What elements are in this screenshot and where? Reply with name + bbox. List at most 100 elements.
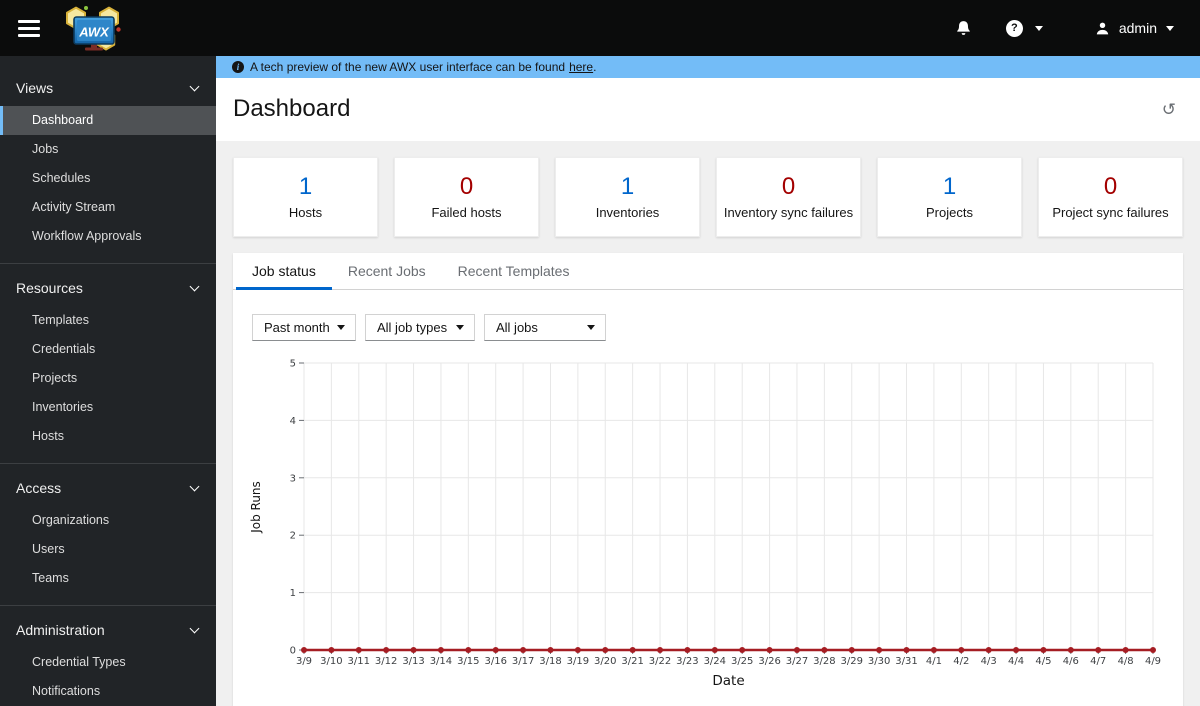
chevron-down-icon	[189, 623, 200, 633]
stat-card-label: Project sync failures	[1052, 205, 1169, 220]
sidebar-item-activity-stream[interactable]: Activity Stream	[0, 193, 216, 222]
tab-recent-templates[interactable]: Recent Templates	[442, 253, 586, 290]
section-label: Views	[16, 80, 54, 96]
menu-toggle-button[interactable]	[18, 19, 40, 37]
data-point	[1095, 647, 1102, 653]
chevron-down-icon	[189, 281, 200, 291]
user-menu[interactable]: admin	[1095, 20, 1174, 36]
history-button[interactable]: ↺	[1162, 101, 1176, 118]
sidebar-item-teams[interactable]: Teams	[0, 564, 216, 593]
sidebar-item-organizations[interactable]: Organizations	[0, 506, 216, 535]
svg-text:3/24: 3/24	[704, 656, 726, 667]
data-point	[383, 647, 390, 653]
stat-card-value[interactable]: 1	[240, 172, 371, 202]
nav-section-header-administration[interactable]: Administration	[0, 610, 216, 648]
svg-text:4/1: 4/1	[926, 656, 942, 667]
svg-text:4/3: 4/3	[981, 656, 997, 667]
data-point	[301, 647, 307, 653]
nav-section-header-access[interactable]: Access	[0, 468, 216, 506]
sidebar-item-schedules[interactable]: Schedules	[0, 164, 216, 193]
select-value: Past month	[264, 320, 330, 335]
notifications-button[interactable]	[955, 20, 972, 37]
banner-here-link[interactable]: here	[569, 60, 593, 74]
sidebar-item-projects[interactable]: Projects	[0, 364, 216, 393]
data-point	[848, 647, 855, 653]
svg-text:3/11: 3/11	[348, 656, 370, 667]
tab-recent-jobs[interactable]: Recent Jobs	[332, 253, 442, 290]
stat-card-value[interactable]: 0	[723, 172, 854, 202]
svg-text:3/18: 3/18	[539, 656, 561, 667]
help-menu[interactable]: ?	[1005, 19, 1043, 37]
main-area: i A tech preview of the new AWX user int…	[216, 56, 1200, 706]
tab-job-status[interactable]: Job status	[236, 253, 332, 290]
stat-card-value[interactable]: 0	[401, 172, 532, 202]
stat-card-hosts: 1 Hosts	[233, 157, 378, 237]
tab-bar: Job status Recent Jobs Recent Templates	[233, 253, 1183, 290]
data-point	[684, 647, 691, 653]
data-point	[821, 647, 828, 653]
page-header: Dashboard ↺	[216, 78, 1200, 141]
filter-select-all-job-types[interactable]: All job types	[365, 314, 475, 341]
stat-card-value[interactable]: 1	[562, 172, 693, 202]
nav-section-header-resources[interactable]: Resources	[0, 268, 216, 306]
data-point	[629, 647, 636, 653]
svg-text:3/25: 3/25	[731, 656, 753, 667]
sidebar-item-hosts[interactable]: Hosts	[0, 422, 216, 451]
data-point	[410, 647, 417, 653]
svg-text:4/7: 4/7	[1090, 656, 1106, 667]
stat-card-value[interactable]: 1	[884, 172, 1015, 202]
page-title: Dashboard	[233, 95, 351, 122]
job-status-chart: 3/9 3/10 3/11 3/12 3/13 3/14 3/15 3/16 3/17 3/18 3…	[249, 359, 1161, 690]
data-point	[1067, 647, 1074, 653]
select-value: All job types	[377, 320, 448, 335]
sidebar-item-dashboard[interactable]: Dashboard	[0, 106, 216, 135]
nav-section-views: Views Dashboard Jobs Schedules Activity Stre…	[0, 64, 216, 263]
x-axis-title: Date	[712, 673, 744, 689]
stat-card-label: Failed hosts	[431, 205, 502, 220]
stat-card-label: Hosts	[288, 205, 323, 220]
sidebar: Views Dashboard Jobs Schedules Activity Stre…	[0, 56, 216, 706]
stat-card-value[interactable]: 0	[1045, 172, 1176, 202]
filter-select-past-month[interactable]: Past month	[252, 314, 356, 341]
nav-section-resources: Resources Templates Credentials Projects Inv…	[0, 263, 216, 463]
stat-card-label: Projects	[926, 205, 973, 220]
svg-text:3/9: 3/9	[296, 656, 312, 667]
sidebar-item-credential-types[interactable]: Credential Types	[0, 648, 216, 677]
svg-text:3/19: 3/19	[567, 656, 589, 667]
data-point	[958, 647, 965, 653]
sidebar-item-templates[interactable]: Templates	[0, 306, 216, 335]
svg-text:3: 3	[290, 473, 296, 484]
sidebar-item-jobs[interactable]: Jobs	[0, 135, 216, 164]
sidebar-item-users[interactable]: Users	[0, 535, 216, 564]
chevron-down-icon	[189, 81, 200, 91]
chart-area: 3/9 3/10 3/11 3/12 3/13 3/14 3/15 3/16 3/17 3/18 3…	[233, 341, 1183, 698]
caret-down-icon	[337, 325, 345, 330]
stat-card-inventory-sync-failures: 0 Inventory sync failures	[716, 157, 861, 237]
sidebar-item-inventories[interactable]: Inventories	[0, 393, 216, 422]
data-point	[903, 647, 910, 653]
filter-select-all-jobs[interactable]: All jobs	[484, 314, 606, 341]
svg-text:3/10: 3/10	[320, 656, 342, 667]
axis-ticks	[299, 362, 1154, 654]
masthead: AWX ? admin	[0, 0, 1200, 56]
awx-logo[interactable]: AWX	[62, 2, 124, 57]
stat-card-project-sync-failures: 0 Project sync failures	[1038, 157, 1183, 237]
svg-text:3/15: 3/15	[457, 656, 479, 667]
section-label: Administration	[16, 622, 105, 638]
sidebar-item-workflow-approvals[interactable]: Workflow Approvals	[0, 222, 216, 251]
stat-card-inventories: 1 Inventories	[555, 157, 700, 237]
sidebar-item-notifications[interactable]: Notifications	[0, 677, 216, 706]
data-point	[1122, 647, 1129, 653]
svg-text:3/23: 3/23	[676, 656, 698, 667]
data-point	[1150, 647, 1156, 653]
svg-text:4: 4	[290, 416, 296, 427]
svg-text:2: 2	[290, 531, 296, 542]
data-point	[574, 647, 581, 653]
section-label: Access	[16, 480, 62, 496]
svg-text:5: 5	[290, 359, 296, 370]
data-point	[602, 647, 609, 653]
job-panel: Job status Recent Jobs Recent Templates Pa…	[233, 253, 1183, 706]
y-axis-labels: 0 1 2 3 4 5	[290, 359, 296, 657]
nav-section-header-views[interactable]: Views	[0, 68, 216, 106]
sidebar-item-credentials[interactable]: Credentials	[0, 335, 216, 364]
